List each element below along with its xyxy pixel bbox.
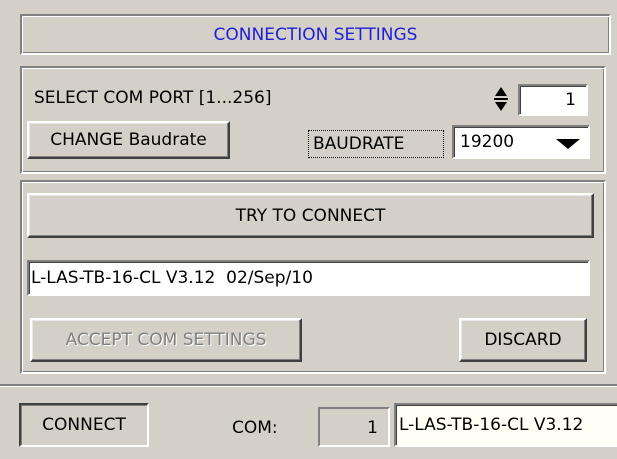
try-connect-label: TRY TO CONNECT [235,205,386,226]
baudrate-label: BAUDRATE [313,134,405,154]
com-port-value: 1 [565,90,576,110]
discard-label: DISCARD [484,330,562,350]
change-baudrate-button[interactable]: CHANGE Baudrate [27,121,230,159]
device-info-field: L-LAS-TB-16-CL V3.12 02/Sep/10 [27,260,590,296]
divider [0,384,617,387]
connect-label: CONNECT [42,415,126,435]
baudrate-value: 19200 [460,132,515,152]
baudrate-select[interactable]: 19200 [452,125,590,159]
page-title: CONNECTION SETTINGS [213,24,418,45]
change-baudrate-label: CHANGE Baudrate [50,130,207,150]
accept-com-settings-label: ACCEPT COM SETTINGS [65,330,267,350]
com-value: 1 [367,418,378,438]
status-device-text: L-LAS-TB-16-CL V3.12 [399,415,584,435]
com-label: COM: [232,418,278,438]
device-info-text: L-LAS-TB-16-CL V3.12 02/Sep/10 [31,268,313,288]
com-port-label: SELECT COM PORT [1...256] [34,88,272,108]
status-device-field: L-LAS-TB-16-CL V3.12 [394,403,617,447]
com-port-input[interactable]: 1 [518,84,588,116]
dropdown-arrow-icon[interactable] [554,136,582,150]
title-bar: CONNECTION SETTINGS [20,14,611,55]
discard-button[interactable]: DISCARD [459,318,587,362]
com-value-box: 1 [318,407,390,447]
spinner-arrows-icon[interactable] [492,84,510,114]
baudrate-label-box: BAUDRATE [308,130,444,158]
accept-com-settings-button[interactable]: ACCEPT COM SETTINGS [30,318,302,362]
connect-button[interactable]: CONNECT [19,403,149,447]
try-connect-button[interactable]: TRY TO CONNECT [27,193,594,238]
